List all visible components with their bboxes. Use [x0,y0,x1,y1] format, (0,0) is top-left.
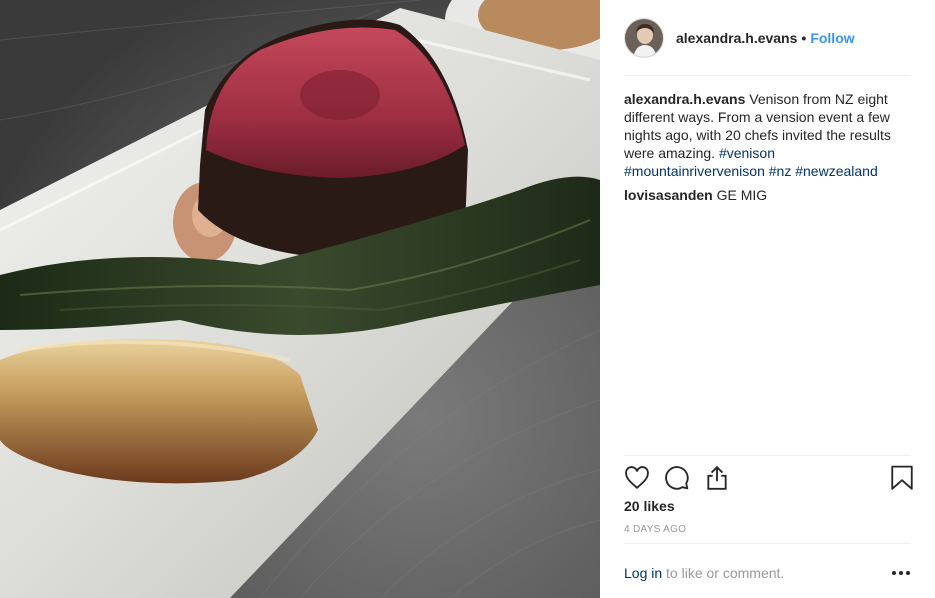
venison-dish-image [0,0,600,598]
post-timestamp[interactable]: 4 DAYS AGO [624,524,686,535]
comments-list: alexandra.h.evans Venison from NZ eight … [624,90,911,210]
hashtag-link[interactable]: #newzealand [795,163,878,179]
hashtag-link[interactable]: #mountainrivervenison [624,163,765,179]
comment-username[interactable]: lovisasanden [624,187,713,203]
login-prompt: Log in to like or comment. [624,565,784,581]
action-bar [624,455,913,501]
caption-username[interactable]: alexandra.h.evans [624,91,745,107]
hashtag-link[interactable]: #venison [719,145,775,161]
caption: alexandra.h.evans Venison from NZ eight … [624,90,911,180]
header-username[interactable]: alexandra.h.evans [676,30,797,46]
share-icon[interactable] [704,465,730,491]
post-footer: Log in to like or comment. [624,543,911,598]
separator-dot: • [801,29,807,46]
heart-icon[interactable] [624,465,650,491]
comment-text: GE MIG [716,187,768,203]
likes-count[interactable]: 20 likes [624,498,675,514]
avatar[interactable] [624,17,664,58]
bookmark-icon[interactable] [889,465,915,491]
hashtag-link[interactable]: #nz [769,163,792,179]
comment-item: lovisasanden GE MIG [624,186,911,204]
more-options-icon[interactable] [891,564,911,582]
comment-icon[interactable] [664,465,690,491]
login-suffix: to like or comment. [662,565,785,581]
login-link[interactable]: Log in [624,565,662,581]
post-photo[interactable] [0,0,600,598]
post-side-panel: alexandra.h.evans • Follow alexandra.h.e… [600,0,935,598]
avatar-image [625,18,663,57]
instagram-post: alexandra.h.evans • Follow alexandra.h.e… [0,0,935,598]
follow-button[interactable]: Follow [810,30,854,46]
post-header: alexandra.h.evans • Follow [624,16,911,76]
